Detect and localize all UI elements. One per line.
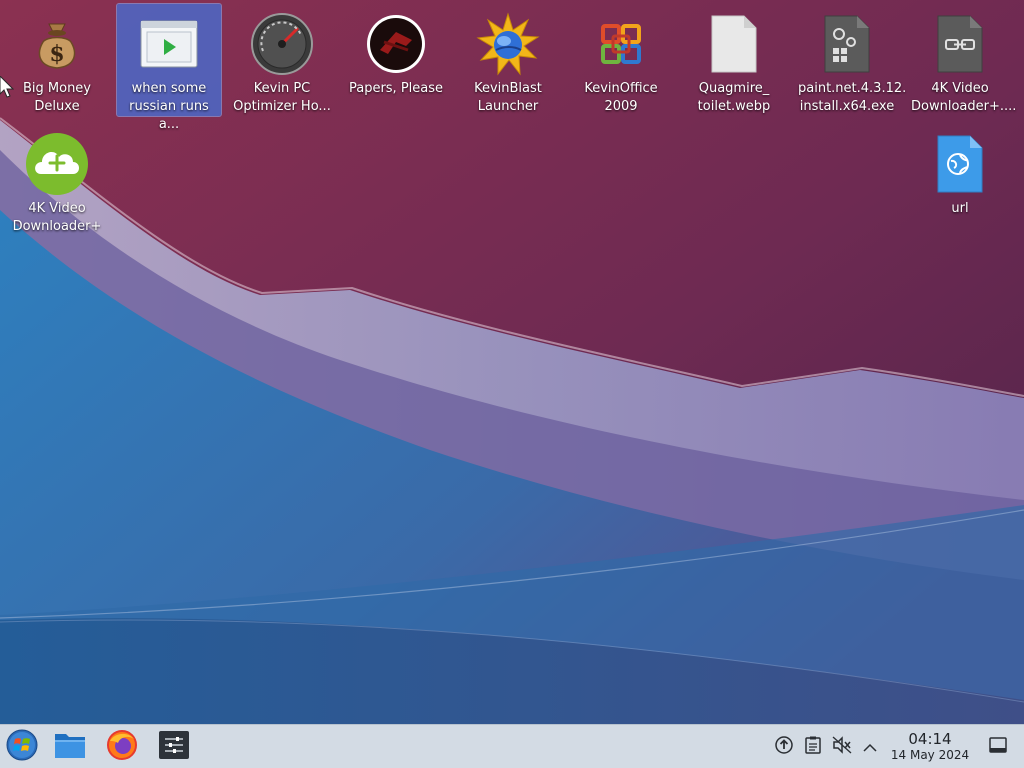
icon-label: Quagmire_ toilet.webp	[697, 81, 771, 114]
clipboard-tray-icon[interactable]	[803, 736, 823, 758]
office-logo-icon	[587, 10, 655, 78]
link-file-icon	[926, 10, 994, 78]
show-hidden-icons-button[interactable]	[860, 737, 880, 757]
desktop-icon-4k-video-downloader-link[interactable]: 4K Video Downloader+....	[908, 4, 1017, 116]
cloud-download-icon	[23, 130, 91, 198]
icon-label: Kevin PC Optimizer Ho...	[233, 81, 331, 114]
updates-tray-icon[interactable]	[774, 736, 794, 758]
speedometer-icon	[248, 10, 316, 78]
icon-label: 4K Video Downloader+	[12, 201, 102, 234]
blank-file-icon	[700, 10, 768, 78]
svg-text:$: $	[49, 41, 64, 67]
firefox-button[interactable]	[104, 729, 140, 765]
desktop-icon-video-file[interactable]: when some russian runs a...	[116, 3, 222, 132]
icon-label: when some russian runs a...	[129, 81, 209, 132]
desktop-icon-papers-please[interactable]: Papers, Please	[344, 4, 448, 116]
desktop-icon-big-money-deluxe[interactable]: $ Big Money Deluxe	[5, 4, 109, 116]
desktop-icon-quagmire-toilet[interactable]: Quagmire_ toilet.webp	[682, 4, 786, 116]
mixer-button[interactable]	[156, 729, 192, 765]
icon-label: paint.net.4.3.12. install.x64.exe	[798, 81, 907, 114]
desktop[interactable]: $ Big Money Deluxe when some russian run…	[0, 0, 1024, 724]
desktop-icon-4k-video-downloader[interactable]: 4K Video Downloader+	[5, 124, 109, 236]
icon-label: Big Money Deluxe	[22, 81, 91, 114]
volume-tray-icon[interactable]	[832, 736, 852, 758]
firefox-icon	[106, 729, 138, 765]
desktop-icon-kevinblast-launcher[interactable]: KevinBlast Launcher	[456, 4, 560, 116]
video-file-icon	[135, 10, 203, 78]
papers-please-emblem-icon	[362, 10, 430, 78]
icon-label: Papers, Please	[348, 81, 444, 96]
taskbar: 04:14 14 May 2024	[0, 724, 1024, 768]
web-link-file-icon	[926, 130, 994, 198]
start-menu-button[interactable]	[4, 729, 40, 765]
executable-file-icon	[813, 10, 881, 78]
clipboard-icon	[805, 736, 821, 758]
desktop-icon-url[interactable]: url	[908, 124, 1012, 236]
show-desktop-icon	[989, 737, 1007, 757]
icon-label: url	[951, 201, 969, 216]
money-bag-icon: $	[23, 10, 91, 78]
speaker-muted-icon	[832, 736, 852, 758]
mixer-icon	[159, 731, 189, 763]
desktop-icon-paint-net-installer[interactable]: paint.net.4.3.12. install.x64.exe	[795, 4, 907, 116]
icon-label: 4K Video Downloader+....	[911, 81, 1017, 114]
clock-date: 14 May 2024	[890, 748, 970, 762]
chevron-up-icon	[863, 738, 877, 757]
file-manager-button[interactable]	[52, 729, 88, 765]
desktop-icon-kevin-pc-optimizer[interactable]: Kevin PC Optimizer Ho...	[230, 4, 334, 116]
sunburst-globe-icon	[474, 10, 542, 78]
start-orb-icon	[6, 729, 38, 765]
desktop-icon-kevinoffice-2009[interactable]: KevinOffice 2009	[569, 4, 673, 116]
show-desktop-button[interactable]	[988, 737, 1008, 757]
clock-time: 04:14	[908, 730, 952, 748]
icon-label: KevinBlast Launcher	[474, 81, 542, 114]
upload-arrow-icon	[775, 736, 793, 758]
folder-icon	[54, 731, 86, 763]
icon-label: KevinOffice 2009	[584, 81, 658, 114]
digital-clock[interactable]: 04:14 14 May 2024	[884, 731, 976, 763]
mouse-cursor-icon	[0, 76, 14, 98]
